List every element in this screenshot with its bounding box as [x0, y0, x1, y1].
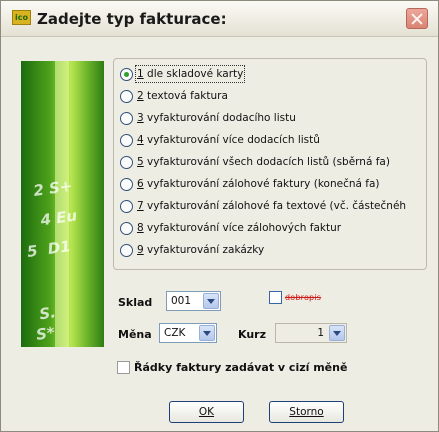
radio-button[interactable] [120, 221, 133, 235]
radio-button[interactable] [120, 111, 133, 125]
option-label[interactable]: 2 textová faktura [137, 89, 228, 103]
option-label[interactable]: 8 vyfakturování více zálohových faktur [137, 221, 341, 235]
sklad-label: Sklad [118, 296, 153, 309]
option-text: vyfakturování více zálohových faktur [143, 222, 342, 234]
chevron-down-icon[interactable] [203, 293, 219, 309]
invoice-type-option-4[interactable]: 4 vyfakturování více dodacích listů [120, 131, 320, 149]
invoice-type-option-1[interactable]: 1 dle skladové karty [120, 65, 246, 83]
option-hotkey: 2 [137, 90, 144, 102]
option-hotkey: 4 [137, 134, 144, 146]
app-icon: ico [12, 10, 31, 25]
option-text: vyfakturování dodacího listu [143, 112, 296, 124]
invoice-type-dialog: ico Zadejte typ fakturace: 4 Eu 2 S+ 5 D… [0, 0, 439, 432]
chevron-down-icon[interactable] [329, 325, 345, 341]
sklad-combo[interactable]: 001 [166, 291, 221, 311]
close-button[interactable] [406, 8, 428, 29]
sklad-value: 001 [171, 295, 192, 307]
option-hotkey: 9 [137, 244, 144, 256]
option-text: textová faktura [143, 90, 228, 102]
option-hotkey: 1 [137, 68, 144, 80]
option-label[interactable]: 4 vyfakturování více dodacích listů [137, 133, 320, 147]
option-text: vyfakturování zálohové faktury (konečná … [143, 178, 380, 190]
cizi-mena-checkbox[interactable] [117, 361, 130, 374]
option-hotkey: 5 [137, 156, 144, 168]
dialog-title: Zadejte typ fakturace: [37, 10, 227, 28]
invoice-type-option-2[interactable]: 2 textová faktura [120, 87, 228, 105]
option-label[interactable]: 1 dle skladové karty [134, 65, 246, 83]
option-hotkey: 6 [137, 178, 144, 190]
option-hotkey: 8 [137, 222, 144, 234]
kurz-label: Kurz [238, 328, 266, 341]
radio-button[interactable] [120, 199, 133, 213]
ok-button-label: OK [198, 406, 215, 418]
mena-value: CZK [164, 327, 186, 339]
mena-combo[interactable]: CZK [159, 323, 217, 343]
ok-button[interactable]: OK [169, 401, 244, 423]
option-label[interactable]: 3 vyfakturování dodacího listu [137, 111, 296, 125]
invoice-type-option-7[interactable]: 7 vyfakturování zálohové fa textové (vč.… [120, 197, 406, 215]
storno-button-label: Storno [289, 406, 324, 418]
invoice-type-option-5[interactable]: 5 vyfakturování všech dodacích listů (sb… [120, 153, 390, 171]
title-bar[interactable]: ico Zadejte typ fakturace: [1, 1, 438, 37]
kurz-combo[interactable]: 1 [275, 323, 347, 343]
radio-button[interactable] [120, 177, 133, 191]
decorative-side-image: 4 Eu 2 S+ 5 D1 S. S* [21, 61, 104, 347]
dobropis-checkbox[interactable] [269, 291, 282, 304]
mena-label: Měna [118, 328, 152, 341]
option-label[interactable]: 6 vyfakturování zálohové faktury (konečn… [137, 177, 380, 191]
cizi-mena-label[interactable]: Řádky faktury zadávat v cizí měně [134, 361, 347, 374]
kurz-value: 1 [317, 327, 324, 339]
invoice-type-option-6[interactable]: 6 vyfakturování zálohové faktury (konečn… [120, 175, 380, 193]
option-label[interactable]: 5 vyfakturování všech dodacích listů (sb… [137, 155, 390, 169]
option-text: dle skladové karty [143, 68, 244, 80]
option-text: vyfakturování zálohové fa textové (vč. č… [143, 200, 407, 212]
radio-button[interactable] [120, 133, 133, 147]
dobropis-label: dobropis [285, 293, 322, 302]
option-hotkey: 3 [137, 112, 144, 124]
radio-button[interactable] [120, 155, 133, 169]
option-text: vyfakturování zakázky [143, 244, 265, 256]
option-label[interactable]: 7 vyfakturování zálohové fa textové (vč.… [137, 199, 406, 213]
option-text: vyfakturování více dodacích listů [143, 134, 320, 146]
option-text: vyfakturování všech dodacích listů (sběr… [143, 156, 390, 168]
radio-button[interactable] [120, 67, 133, 81]
invoice-type-option-3[interactable]: 3 vyfakturování dodacího listu [120, 109, 296, 127]
option-label[interactable]: 9 vyfakturování zakázky [137, 243, 264, 257]
radio-button[interactable] [120, 89, 133, 103]
option-hotkey: 7 [137, 200, 144, 212]
radio-button[interactable] [120, 243, 133, 257]
invoice-type-option-8[interactable]: 8 vyfakturování více zálohových faktur [120, 219, 341, 237]
storno-button[interactable]: Storno [269, 401, 344, 423]
chevron-down-icon[interactable] [199, 325, 215, 341]
invoice-type-option-9[interactable]: 9 vyfakturování zakázky [120, 241, 264, 259]
